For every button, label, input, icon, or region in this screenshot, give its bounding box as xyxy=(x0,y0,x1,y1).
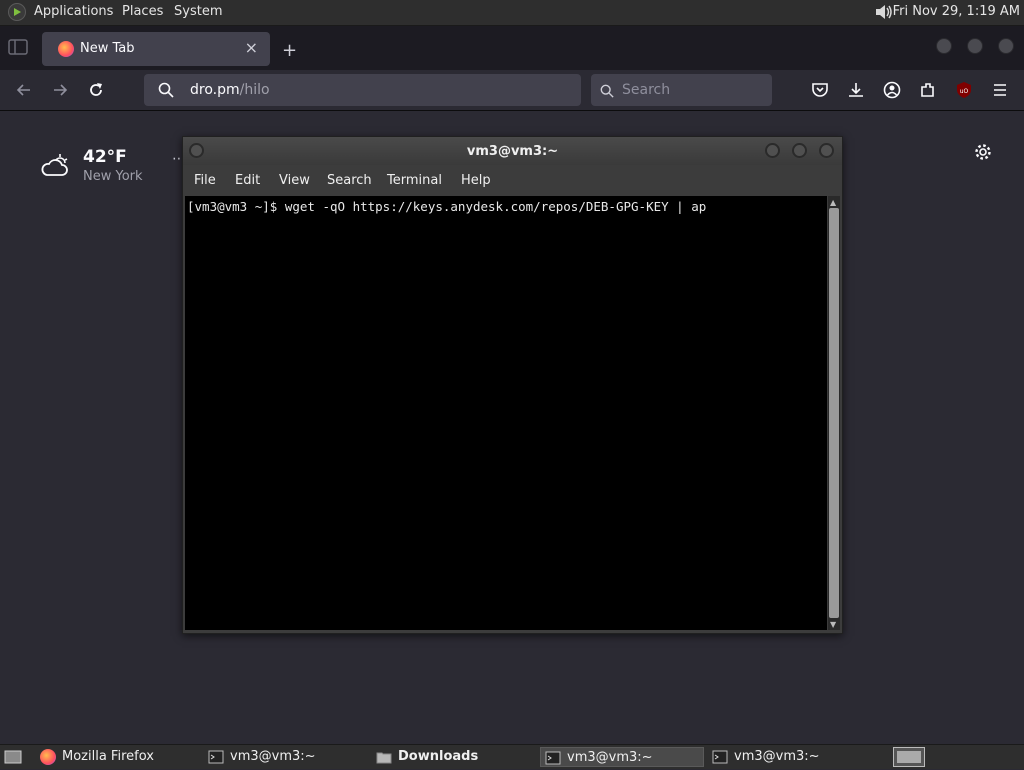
terminal-scrollbar[interactable]: ▲ ▼ xyxy=(828,196,840,630)
hamburger-menu-icon[interactable] xyxy=(990,80,1010,100)
search-placeholder: Search xyxy=(622,82,671,98)
terminal-output[interactable]: [vm3@vm3 ~]$ wget -qO https://keys.anyde… xyxy=(185,196,827,630)
show-desktop-icon[interactable] xyxy=(4,749,22,769)
workspace-1-icon[interactable] xyxy=(897,751,921,763)
terminal-titlebar[interactable]: vm3@vm3:~ xyxy=(183,137,842,165)
close-window-button[interactable] xyxy=(998,38,1014,54)
account-icon[interactable] xyxy=(882,80,902,100)
search-icon xyxy=(600,83,614,102)
volume-icon[interactable] xyxy=(874,3,894,25)
bottom-taskbar: Mozilla Firefox vm3@vm3:~ Downloads vm3@… xyxy=(0,744,1024,769)
menu-search[interactable]: Search xyxy=(327,173,372,188)
cloudy-weather-icon xyxy=(40,153,70,183)
tab-strip: New Tab × + xyxy=(0,26,1024,70)
url-bar[interactable]: dro.pm/hilo xyxy=(144,74,581,106)
new-tab-plus-icon[interactable]: + xyxy=(282,40,297,61)
clock[interactable]: Fri Nov 29, 1:19 AM xyxy=(893,4,1020,19)
terminal-command-line: [vm3@vm3 ~]$ wget -qO https://keys.anyde… xyxy=(187,199,707,214)
terminal-close-button[interactable] xyxy=(819,143,834,158)
menu-logo-icon[interactable] xyxy=(8,3,26,21)
minimize-window-button[interactable] xyxy=(936,38,952,54)
back-arrow-icon[interactable] xyxy=(14,80,34,100)
taskbar-downloads[interactable]: Downloads xyxy=(376,747,536,767)
downloads-icon[interactable] xyxy=(846,80,866,100)
search-bar[interactable]: Search xyxy=(591,74,772,106)
tab-title: New Tab xyxy=(80,41,135,56)
workspace-switcher[interactable] xyxy=(893,747,925,767)
url-path: /hilo xyxy=(239,82,270,98)
close-tab-icon[interactable]: × xyxy=(245,38,258,57)
svg-text:uO: uO xyxy=(960,88,969,95)
ublock-origin-icon[interactable]: uO xyxy=(954,80,974,100)
terminal-icon xyxy=(545,750,561,766)
forward-arrow-icon[interactable] xyxy=(50,80,70,100)
scroll-down-arrow-icon[interactable]: ▼ xyxy=(830,620,836,629)
scroll-up-arrow-icon[interactable]: ▲ xyxy=(830,198,836,207)
applications-menu[interactable]: Applications xyxy=(34,4,113,19)
terminal-title: vm3@vm3:~ xyxy=(466,144,559,159)
menu-terminal[interactable]: Terminal xyxy=(387,173,442,188)
navigation-bar: dro.pm/hilo Search uO xyxy=(0,70,1024,111)
weather-temperature: 42°F xyxy=(83,147,127,167)
search-icon xyxy=(158,82,174,102)
places-menu[interactable]: Places xyxy=(122,4,163,19)
gear-icon[interactable] xyxy=(973,142,993,166)
menu-edit[interactable]: Edit xyxy=(235,173,260,188)
terminal-icon xyxy=(712,749,728,765)
taskbar-terminal-1[interactable]: vm3@vm3:~ xyxy=(208,747,368,767)
tab-new-tab[interactable]: New Tab × xyxy=(42,32,270,66)
taskbar-firefox[interactable]: Mozilla Firefox xyxy=(40,747,200,767)
menu-file[interactable]: File xyxy=(194,173,216,188)
reload-icon[interactable] xyxy=(86,80,106,100)
terminal-menubar: File Edit View Search Terminal Help xyxy=(183,165,842,195)
firefox-favicon-icon xyxy=(58,41,74,57)
maximize-window-button[interactable] xyxy=(967,38,983,54)
top-panel: Applications Places System Fri Nov 29, 1… xyxy=(0,0,1024,26)
firefox-icon xyxy=(40,749,56,765)
menu-help[interactable]: Help xyxy=(461,173,491,188)
taskbar-terminal-3[interactable]: vm3@vm3:~ xyxy=(712,747,872,767)
sidebar-toggle-icon[interactable] xyxy=(8,38,28,56)
terminal-icon xyxy=(208,749,224,765)
url-domain: dro.pm xyxy=(190,82,240,98)
extensions-icon[interactable] xyxy=(918,80,938,100)
weather-city: New York xyxy=(83,169,143,184)
terminal-window[interactable]: vm3@vm3:~ File Edit View Search Terminal… xyxy=(182,136,843,634)
system-menu[interactable]: System xyxy=(174,4,222,19)
folder-icon xyxy=(376,749,392,765)
url-text[interactable]: dro.pm/hilo xyxy=(190,82,270,98)
menu-view[interactable]: View xyxy=(279,173,310,188)
pocket-icon[interactable] xyxy=(810,80,830,100)
terminal-minimize-button[interactable] xyxy=(765,143,780,158)
terminal-maximize-button[interactable] xyxy=(792,143,807,158)
scrollbar-thumb[interactable] xyxy=(829,208,839,618)
taskbar-terminal-2[interactable]: vm3@vm3:~ xyxy=(540,747,704,767)
